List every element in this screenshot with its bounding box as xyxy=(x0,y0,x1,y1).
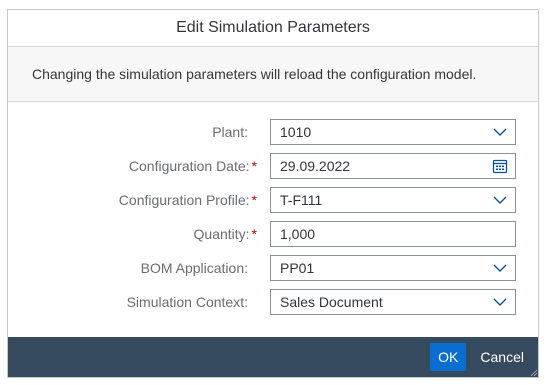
configuration-date-label: Configuration Date xyxy=(128,158,246,174)
simulation-parameters-form: Plant: 1010 Configuration Date: * 29.09.2… xyxy=(8,102,538,319)
plant-label: Plant xyxy=(212,124,245,140)
configuration-date-value: 29.09.2022 xyxy=(280,158,351,174)
form-row-simulation-context: Simulation Context: Sales Document xyxy=(8,285,523,319)
resize-grip-icon[interactable] xyxy=(528,367,538,377)
edit-simulation-parameters-dialog: Edit Simulation Parameters Changing the … xyxy=(7,9,539,378)
form-row-bom-application: BOM Application: PP01 xyxy=(8,251,523,285)
configuration-date-picker[interactable]: 29.09.2022 xyxy=(270,153,516,179)
quantity-label: Quantity xyxy=(193,226,246,242)
form-row-configuration-date: Configuration Date: * 29.09.2022 xyxy=(8,149,523,183)
calendar-icon[interactable] xyxy=(485,154,515,178)
chevron-down-icon[interactable] xyxy=(485,120,515,144)
quantity-value: 1,000 xyxy=(280,226,316,242)
plant-value: 1010 xyxy=(280,124,312,140)
bom-application-select[interactable]: PP01 xyxy=(270,255,516,281)
dialog-header: Edit Simulation Parameters xyxy=(8,10,538,47)
info-message-text: Changing the simulation parameters will … xyxy=(32,66,477,82)
simulation-context-label: Simulation Context xyxy=(126,294,245,310)
chevron-down-icon[interactable] xyxy=(485,256,515,280)
chevron-down-icon[interactable] xyxy=(485,290,515,314)
required-asterisk: * xyxy=(251,226,257,242)
configuration-profile-label: Configuration Profile xyxy=(118,192,246,208)
dialog-title: Edit Simulation Parameters xyxy=(176,19,370,36)
form-row-configuration-profile: Configuration Profile: * T-F111 xyxy=(8,183,523,217)
dialog-footer: OK Cancel xyxy=(8,337,538,377)
bom-application-value: PP01 xyxy=(280,260,315,276)
chevron-down-icon[interactable] xyxy=(485,188,515,212)
simulation-context-select[interactable]: Sales Document xyxy=(270,289,516,315)
info-message-strip: Changing the simulation parameters will … xyxy=(8,47,538,102)
form-row-quantity: Quantity: * 1,000 xyxy=(8,217,523,251)
required-asterisk: * xyxy=(251,158,257,174)
bom-application-label: BOM Application xyxy=(140,260,245,276)
required-asterisk: * xyxy=(251,192,257,208)
quantity-input[interactable]: 1,000 xyxy=(270,221,516,247)
form-row-plant: Plant: 1010 xyxy=(8,115,523,149)
cancel-button[interactable]: Cancel xyxy=(476,343,528,371)
simulation-context-value: Sales Document xyxy=(280,294,383,310)
plant-select[interactable]: 1010 xyxy=(270,119,516,145)
configuration-profile-value: T-F111 xyxy=(280,192,323,208)
configuration-profile-select[interactable]: T-F111 xyxy=(270,187,516,213)
ok-button[interactable]: OK xyxy=(430,343,467,371)
